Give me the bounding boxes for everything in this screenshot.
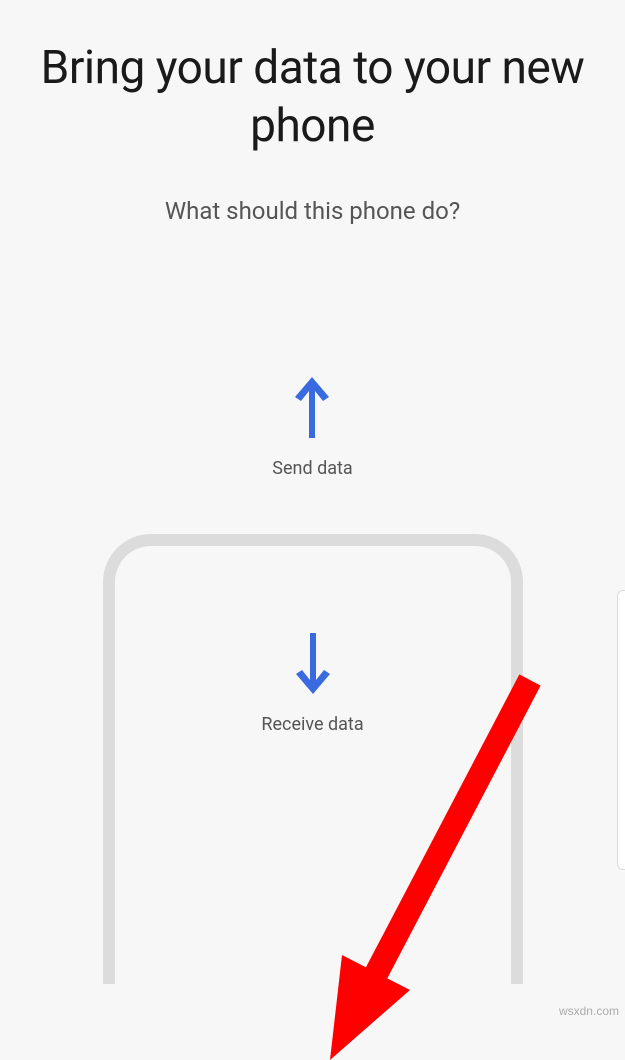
- arrow-down-icon: [288, 631, 338, 696]
- send-data-button[interactable]: Send data: [272, 375, 352, 479]
- phone-outline: Receive data: [103, 534, 523, 984]
- receive-data-label: Receive data: [261, 714, 363, 735]
- options-area: Send data Receive data: [0, 375, 625, 984]
- receive-data-button[interactable]: Receive data: [261, 631, 363, 735]
- arrow-up-icon: [287, 375, 337, 440]
- side-panel-hint: [617, 590, 625, 870]
- send-data-label: Send data: [272, 458, 352, 479]
- watermark: wsxdn.com: [559, 1004, 619, 1018]
- page-title: Bring your data to your new phone: [0, 40, 625, 155]
- page-subtitle: What should this phone do?: [0, 197, 625, 225]
- smart-switch-screen: Bring your data to your new phone What s…: [0, 0, 625, 1024]
